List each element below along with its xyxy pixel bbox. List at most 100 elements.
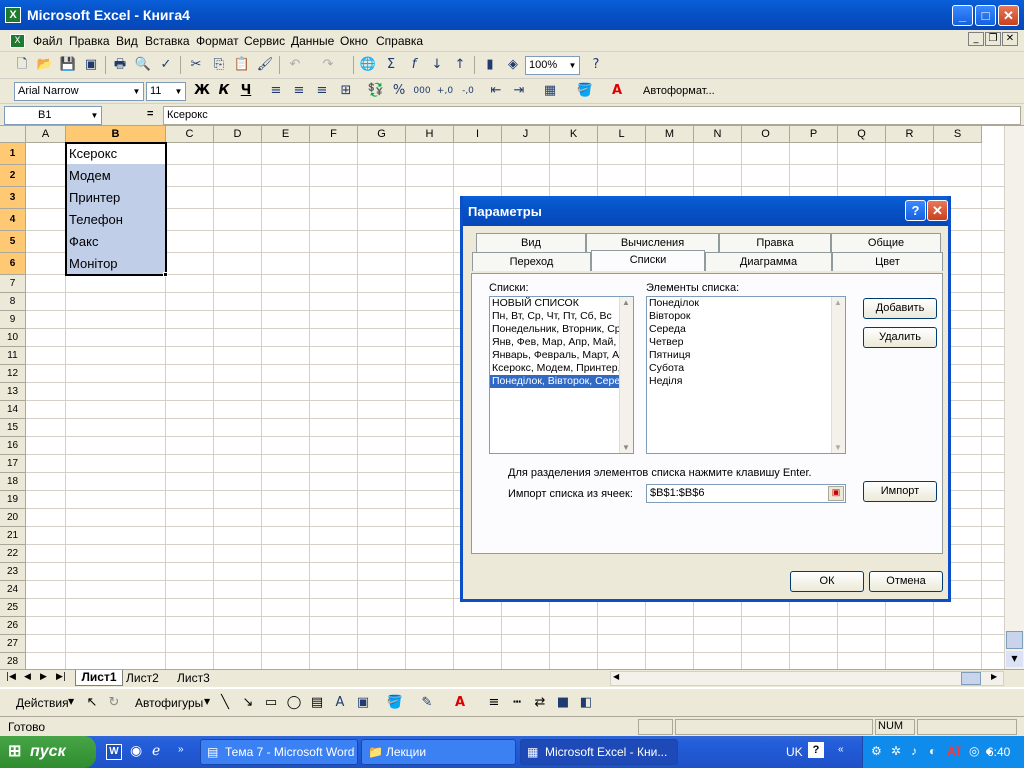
print-preview-icon[interactable]: 🔍 xyxy=(133,55,153,75)
list-entries-textbox[interactable]: Понеділок Вівторок Середа Четвер Пятниця Субо… xyxy=(646,296,846,454)
arrow-icon[interactable]: ↘ xyxy=(238,693,258,713)
tab-view[interactable]: Вид xyxy=(476,233,586,252)
import-range-input[interactable]: $B$1:$B$6 ▣ xyxy=(646,484,846,503)
cell-b3[interactable]: Принтер xyxy=(66,190,166,205)
tray-icon[interactable]: ⚙ xyxy=(871,744,882,758)
row-header-24[interactable]: 24 xyxy=(0,581,26,599)
minimize-button[interactable]: _ xyxy=(952,5,973,26)
shadow-icon[interactable]: ■ xyxy=(553,693,573,713)
permission-icon[interactable]: ▣ xyxy=(81,55,101,75)
scroll-down-arrow-icon[interactable]: ▼ xyxy=(622,443,630,452)
row-header-2[interactable]: 2 xyxy=(0,165,26,187)
row-header-14[interactable]: 14 xyxy=(0,401,26,419)
chevron-down-icon[interactable]: ▼ xyxy=(566,57,579,74)
decrease-decimal-icon[interactable]: -,0 xyxy=(458,81,478,101)
menu-help[interactable]: Справка xyxy=(376,34,423,48)
row-header-12[interactable]: 12 xyxy=(0,365,26,383)
column-header-n[interactable]: N xyxy=(694,126,742,143)
fill-color-icon[interactable]: 🪣 xyxy=(385,693,405,713)
font-combo[interactable]: Arial Narrow ▼ xyxy=(14,82,144,101)
expand-quicklaunch-icon[interactable]: » xyxy=(178,744,184,755)
align-right-icon[interactable]: ≡ xyxy=(312,81,332,101)
oval-icon[interactable]: ◯ xyxy=(284,693,304,713)
lists-scrollbar[interactable]: ▲ ▼ xyxy=(619,297,633,453)
paste-icon[interactable]: 📋 xyxy=(232,55,252,75)
entries-scrollbar[interactable]: ▲ ▼ xyxy=(831,297,845,453)
fill-color-icon[interactable]: 🪣 xyxy=(575,81,595,101)
zoom-combo[interactable]: 100% ▼ xyxy=(525,56,580,75)
scroll-up-arrow-icon[interactable]: ▲ xyxy=(622,298,630,307)
row-header-1[interactable]: 1 xyxy=(0,143,26,165)
function-icon[interactable]: f xyxy=(404,55,424,75)
fill-handle[interactable] xyxy=(163,272,168,277)
redo-icon[interactable]: ↷ xyxy=(318,55,338,75)
actions-menu[interactable]: Действия xyxy=(16,696,69,710)
column-header-o[interactable]: O xyxy=(742,126,790,143)
rotate-icon[interactable]: ↻ xyxy=(104,693,124,713)
menu-tools[interactable]: Сервис xyxy=(244,34,285,48)
column-header-r[interactable]: R xyxy=(886,126,934,143)
tray-icon[interactable]: ◐ xyxy=(929,744,936,758)
3d-icon[interactable]: ◧ xyxy=(576,693,596,713)
underline-button[interactable]: Ч xyxy=(236,81,256,101)
textbox-icon[interactable]: ▤ xyxy=(307,693,327,713)
cell-b6[interactable]: Монітор xyxy=(66,256,166,271)
row-header-5[interactable]: 5 xyxy=(0,231,26,253)
column-header-g[interactable]: G xyxy=(358,126,406,143)
help-tray-icon[interactable]: ? xyxy=(808,742,824,758)
cell-b5[interactable]: Факс xyxy=(66,234,166,249)
save-icon[interactable]: 💾 xyxy=(58,55,78,75)
row-header-8[interactable]: 8 xyxy=(0,293,26,311)
row-header-18[interactable]: 18 xyxy=(0,473,26,491)
bold-button[interactable]: Ж xyxy=(192,81,212,101)
formula-input[interactable]: Ксерокс xyxy=(163,106,1021,125)
open-icon[interactable]: 📂 xyxy=(35,55,55,75)
row-header-27[interactable]: 27 xyxy=(0,635,26,653)
row-header-11[interactable]: 11 xyxy=(0,347,26,365)
column-header-p[interactable]: P xyxy=(790,126,838,143)
menu-data[interactable]: Данные xyxy=(291,34,334,48)
chevron-down-icon[interactable]: ▼ xyxy=(172,83,185,100)
tray-icon[interactable]: ✲ xyxy=(891,744,901,758)
dash-style-icon[interactable]: ┅ xyxy=(507,693,527,713)
doc-minimize-button[interactable]: _ xyxy=(968,32,984,46)
column-header-s[interactable]: S xyxy=(934,126,982,143)
column-header-d[interactable]: D xyxy=(214,126,262,143)
next-sheet-icon[interactable]: ▶ xyxy=(40,672,47,682)
word-quicklaunch-icon[interactable]: W xyxy=(106,744,122,760)
menu-format[interactable]: Формат xyxy=(196,34,239,48)
sheet-tab-1[interactable]: Лист1 xyxy=(75,670,123,686)
row-header-22[interactable]: 22 xyxy=(0,545,26,563)
undo-icon[interactable]: ↶ xyxy=(285,55,305,75)
excel-app-icon[interactable]: X xyxy=(5,7,21,23)
tab-general[interactable]: Общие xyxy=(831,233,941,252)
vertical-scrollbar[interactable]: ▼ xyxy=(1004,126,1024,669)
tab-lists[interactable]: Списки xyxy=(591,250,705,271)
tab-color[interactable]: Цвет xyxy=(832,252,943,271)
scroll-down-arrow-icon[interactable]: ▼ xyxy=(834,443,842,452)
italic-button[interactable]: К xyxy=(214,81,234,101)
font-size-combo[interactable]: 11 ▼ xyxy=(146,82,186,101)
row-header-23[interactable]: 23 xyxy=(0,563,26,581)
row-header-26[interactable]: 26 xyxy=(0,617,26,635)
custom-list-item[interactable]: Понеділок, Вівторок, Сере xyxy=(490,375,633,388)
row-header-3[interactable]: 3 xyxy=(0,187,26,209)
arrow-style-icon[interactable]: ⇄ xyxy=(530,693,550,713)
sort-descending-icon[interactable]: ↑ xyxy=(450,55,470,75)
line-icon[interactable]: ╲ xyxy=(215,693,235,713)
task-word[interactable]: ▤ Тема 7 - Microsoft Word xyxy=(200,739,358,765)
tray-icon[interactable]: ♪ xyxy=(911,744,917,758)
menu-view[interactable]: Вид xyxy=(116,34,138,48)
delete-button[interactable]: Удалить xyxy=(863,327,937,348)
help-icon[interactable]: ? xyxy=(586,55,606,75)
print-icon[interactable]: 🖶 xyxy=(110,55,130,75)
scroll-up-arrow-icon[interactable]: ▲ xyxy=(834,298,842,307)
menu-file[interactable]: Файл xyxy=(33,34,63,48)
row-header-19[interactable]: 19 xyxy=(0,491,26,509)
select-objects-icon[interactable]: ↖ xyxy=(82,693,102,713)
row-header-7[interactable]: 7 xyxy=(0,275,26,293)
column-header-e[interactable]: E xyxy=(262,126,310,143)
prev-sheet-icon[interactable]: ◀ xyxy=(24,672,31,682)
custom-list-item[interactable]: Январь, Февраль, Март, Ап xyxy=(490,349,633,362)
align-left-icon[interactable]: ≡ xyxy=(266,81,286,101)
